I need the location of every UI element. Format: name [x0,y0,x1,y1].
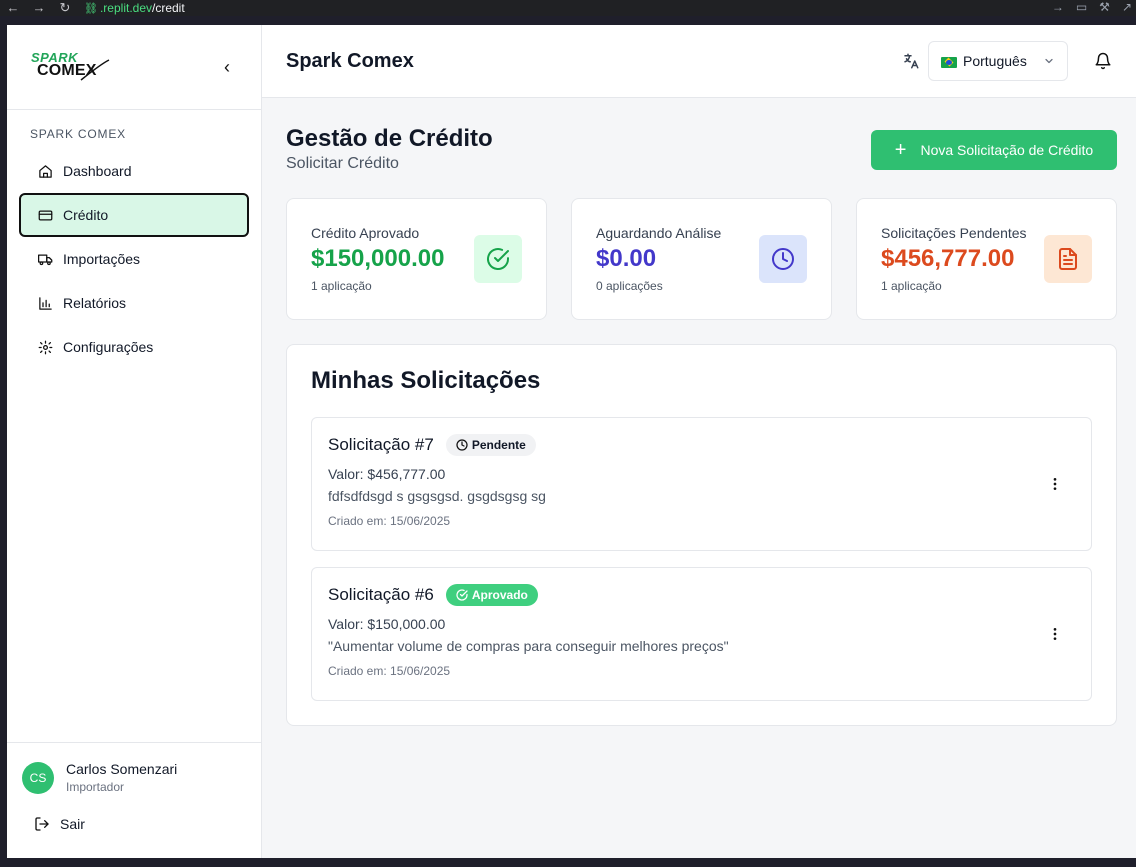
url-host: .replit.dev [99,1,152,15]
sidebar: SPARK COMEX ‹ SPARK COMEX Dashboard Créd… [7,25,262,858]
request-name: Solicitação #6 [328,585,434,604]
sidebar-item-label: Crédito [63,207,109,223]
chevron-left-icon[interactable]: ‹ [217,57,237,78]
forward-icon[interactable]: → [26,1,52,15]
plus-icon: + [894,139,907,161]
spark-comex-logo[interactable]: SPARK COMEX [31,50,111,84]
page-header: Gestão de Crédito Solicitar Crédito + No… [286,125,1117,173]
bell-icon[interactable] [1094,52,1112,70]
sidebar-footer: CS Carlos Somenzari Importador Sair [7,742,261,858]
request-description: "Aumentar volume de compras para consegu… [328,638,729,654]
my-requests-panel: Minhas Solicitações Solicitação #7 Pende… [286,344,1117,726]
reload-icon[interactable]: ↻ [52,1,78,15]
user-profile[interactable]: CS Carlos Somenzari Importador [22,761,246,794]
stat-card-awaiting: Aguardando Análise $0.00 0 aplicações [571,198,832,320]
translate-icon [904,53,919,69]
address-bar[interactable]: ⛓ .replit.dev/credit [84,0,185,16]
language-value-wrap: Português [941,53,1027,69]
link-icon: ⛓ [84,2,98,15]
avatar: CS [22,761,54,794]
chevron-down-icon [1045,58,1053,64]
request-value: Valor: $150,000.00 [328,616,446,632]
truck-icon [38,254,53,265]
request-description: fdfsdfdsgd s gsgsgsd. gsgdsgsg sg [328,488,546,504]
stats-row: Crédito Aprovado $150,000.00 1 aplicação… [286,198,1117,320]
bar-chart-icon [39,296,52,310]
request-card[interactable]: Solicitação #7 Pendente Valor: $456,777.… [311,417,1092,551]
status-label: Pendente [471,438,526,452]
request-card[interactable]: Solicitação #6 Aprovado Valor: $150,000.… [311,567,1092,701]
gear-icon [38,340,53,354]
brazil-flag-icon [941,56,957,68]
sidebar-nav: Dashboard Crédito Importações Relatórios… [7,149,261,369]
go-icon[interactable]: → [1052,0,1064,14]
check-circle-icon [487,248,509,271]
user-name: Carlos Somenzari [66,761,178,777]
wrench-icon[interactable]: ⚒ [1099,0,1110,14]
more-vertical-icon[interactable] [1047,476,1063,492]
page-title: Gestão de Crédito [286,125,493,152]
request-header: Solicitação #6 Aprovado [328,584,1075,606]
browser-actions: → ▭ ⚒ ↗ [1052,0,1132,14]
sidebar-header: SPARK COMEX ‹ [7,25,261,110]
file-text-icon [1059,248,1077,270]
more-vertical-icon[interactable] [1047,626,1063,642]
header-actions: Português [902,41,1112,81]
logout-label: Sair [60,816,85,832]
logout-icon [35,817,49,831]
top-header: Spark Comex Português [262,25,1136,98]
window-gutter-bottom [0,858,1136,867]
check-circle-icon [456,589,468,601]
clock-icon [456,439,468,451]
credit-card-icon [38,210,53,220]
language-select[interactable]: Português [928,41,1068,81]
sidebar-item-label: Relatórios [63,295,127,311]
sidebar-item-dashboard[interactable]: Dashboard [19,149,249,193]
new-credit-request-label: Nova Solicitação de Crédito [920,142,1094,158]
logo-swoosh-icon [80,59,110,81]
back-icon[interactable]: ← [0,1,26,15]
stat-card-approved: Crédito Aprovado $150,000.00 1 aplicação [286,198,547,320]
clock-icon [772,248,794,270]
sidebar-section-label: SPARK COMEX [30,127,126,141]
sidebar-item-credito[interactable]: Crédito [19,193,249,237]
home-icon [39,164,52,178]
sidebar-item-configuracoes[interactable]: Configurações [19,325,249,369]
main-content: Spark Comex Português Gestão de Crédito … [262,25,1136,858]
sidebar-item-relatorios[interactable]: Relatórios [19,281,249,325]
url-path: /credit [152,1,185,15]
status-label: Aprovado [471,588,528,602]
stat-icon-box [759,235,807,283]
sidebar-item-label: Importações [63,251,141,267]
stat-card-pending: Solicitações Pendentes $456,777.00 1 apl… [856,198,1117,320]
new-credit-request-button[interactable]: + Nova Solicitação de Crédito [871,130,1117,170]
sidebar-item-label: Configurações [63,339,154,355]
browser-toolbar: ← → ↻ ⛓ .replit.dev/credit → ▭ ⚒ ↗ [0,0,1136,16]
monitor-icon[interactable]: ▭ [1076,0,1087,14]
status-badge: Aprovado [445,584,538,606]
request-date: Criado em: 15/06/2025 [328,664,451,678]
status-badge: Pendente [445,434,536,456]
external-link-icon[interactable]: ↗ [1122,0,1132,14]
page-content: Gestão de Crédito Solicitar Crédito + No… [262,98,1136,726]
sidebar-item-label: Dashboard [63,163,132,179]
section-title: Minhas Solicitações [311,367,541,394]
stat-icon-box [1044,235,1092,283]
language-value: Português [963,53,1027,69]
request-header: Solicitação #7 Pendente [328,434,1075,456]
logout-button[interactable]: Sair [22,816,246,832]
sidebar-item-importacoes[interactable]: Importações [19,237,249,281]
app-window: SPARK COMEX ‹ SPARK COMEX Dashboard Créd… [7,25,1136,858]
request-name: Solicitação #7 [328,435,434,454]
request-date: Criado em: 15/06/2025 [328,514,451,528]
window-gutter [0,16,7,867]
page-subtitle: Solicitar Crédito [286,155,399,172]
app-title: Spark Comex [286,49,414,72]
request-value: Valor: $456,777.00 [328,466,446,482]
user-role: Importador [66,780,125,794]
stat-icon-box [474,235,522,283]
